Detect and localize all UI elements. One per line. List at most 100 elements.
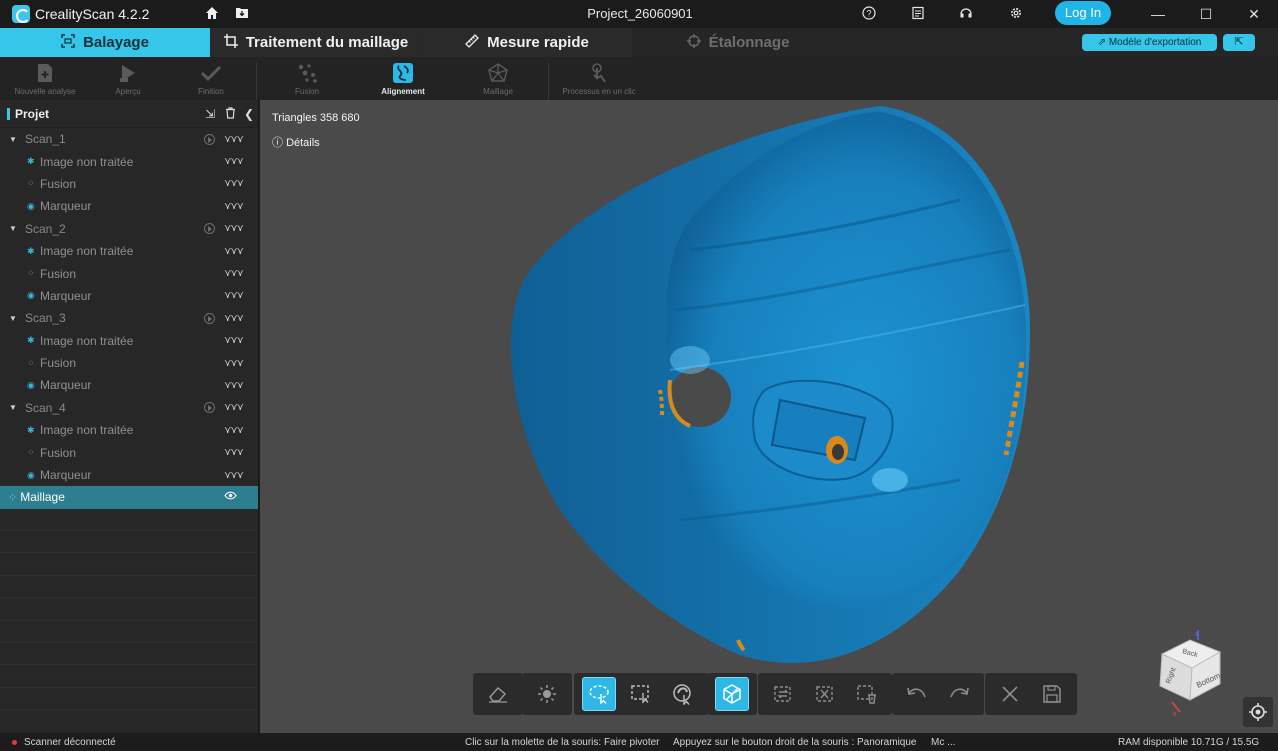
mesh-tool[interactable]: Maillage: [453, 61, 543, 96]
scan-toolbar: Nouvelle analyse Aperçu Finition Fusion: [0, 57, 1278, 100]
raw-image-icon: ✱: [27, 424, 35, 435]
brush-select-icon[interactable]: [666, 677, 700, 711]
delete-selection-icon[interactable]: [850, 677, 884, 711]
eye-closed-icon[interactable]: ⋎⋎⋎: [224, 380, 244, 391]
clear-selection-icon[interactable]: [808, 677, 842, 711]
tree-fusion[interactable]: ⁘ Fusion ⋎⋎⋎: [0, 173, 258, 195]
folder-download-icon[interactable]: [234, 6, 250, 22]
tree-marker[interactable]: ◉ Marqueur ⋎⋎⋎: [0, 374, 258, 396]
login-button[interactable]: Log In: [1055, 1, 1111, 25]
tree-raw-image[interactable]: ✱ Image non traitée ⋎⋎⋎: [0, 150, 258, 172]
undo-icon[interactable]: [900, 677, 934, 711]
ram-status: RAM disponible 10.71G / 15.5G: [1118, 737, 1260, 748]
expand-caret-icon[interactable]: ▼: [9, 314, 17, 323]
recenter-view-button[interactable]: [1243, 697, 1273, 727]
invert-selection-icon[interactable]: [766, 677, 800, 711]
tree-marker[interactable]: ◉ Marqueur ⋎⋎⋎: [0, 195, 258, 217]
export-model-button[interactable]: ⇗ Modèle d'exportation: [1082, 34, 1217, 51]
eye-open-icon[interactable]: [224, 491, 237, 503]
tree-scan-1[interactable]: ▼ Scan_1 ⋎⋎⋎: [0, 128, 258, 150]
lighting-icon[interactable]: [530, 677, 564, 711]
save-icon[interactable]: [1035, 677, 1069, 711]
header-accent: [7, 107, 10, 120]
help-icon[interactable]: ?: [861, 6, 877, 22]
new-scan-tool[interactable]: Nouvelle analyse: [0, 61, 90, 96]
eraser-icon[interactable]: [481, 677, 515, 711]
eye-closed-icon[interactable]: ⋎⋎⋎: [224, 134, 244, 145]
eye-closed-icon[interactable]: ⋎⋎⋎: [224, 178, 244, 189]
eye-closed-icon[interactable]: ⋎⋎⋎: [224, 156, 244, 167]
app-name: CrealityScan 4.2.2: [35, 6, 150, 22]
maximize-button[interactable]: ☐: [1196, 4, 1216, 24]
eye-closed-icon[interactable]: ⋎⋎⋎: [224, 246, 244, 257]
tree-marker[interactable]: ◉ Marqueur ⋎⋎⋎: [0, 285, 258, 307]
expand-caret-icon[interactable]: ▼: [9, 403, 17, 412]
preview-icon: [83, 61, 173, 85]
tree-fusion[interactable]: ⁘ Fusion ⋎⋎⋎: [0, 352, 258, 374]
expand-caret-icon[interactable]: ▼: [9, 224, 17, 233]
tree-scan-2[interactable]: ▼ Scan_2 ⋎⋎⋎: [0, 218, 258, 240]
eye-closed-icon[interactable]: ⋎⋎⋎: [224, 290, 244, 301]
import-icon[interactable]: ⇲: [205, 107, 215, 121]
project-panel-header: Projet ⇲ ❮: [0, 100, 258, 128]
share-button[interactable]: ⇱: [1223, 34, 1255, 51]
eye-closed-icon[interactable]: ⋎⋎⋎: [224, 313, 244, 324]
eye-closed-icon[interactable]: ⋎⋎⋎: [224, 425, 244, 436]
empty-row: [0, 576, 258, 599]
play-icon[interactable]: [204, 402, 215, 414]
scanned-mesh-model[interactable]: [260, 100, 1278, 733]
history-group: [892, 673, 984, 715]
eye-closed-icon[interactable]: ⋎⋎⋎: [224, 470, 244, 481]
view-through-icon[interactable]: [715, 677, 749, 711]
tree-raw-image[interactable]: ✱ Image non traitée ⋎⋎⋎: [0, 330, 258, 352]
list-icon[interactable]: [910, 6, 926, 22]
lasso-select-icon[interactable]: [582, 677, 616, 711]
redo-icon[interactable]: [942, 677, 976, 711]
light-tool-group: [522, 673, 572, 715]
tree-fusion[interactable]: ⁘ Fusion ⋎⋎⋎: [0, 441, 258, 463]
one-click-tool[interactable]: Processus en un clic: [554, 61, 644, 96]
tree-marker[interactable]: ◉ Marqueur ⋎⋎⋎: [0, 464, 258, 486]
collapse-panel-icon[interactable]: ❮: [244, 107, 254, 121]
play-icon[interactable]: [204, 312, 215, 324]
tab-etalonnage[interactable]: Étalonnage: [633, 28, 843, 57]
eye-closed-icon[interactable]: ⋎⋎⋎: [224, 402, 244, 413]
tree-raw-image[interactable]: ✱ Image non traitée ⋎⋎⋎: [0, 240, 258, 262]
one-click-icon: [554, 61, 644, 85]
eye-closed-icon[interactable]: ⋎⋎⋎: [224, 223, 244, 234]
trash-icon[interactable]: [225, 107, 236, 122]
new-document-icon: [0, 61, 90, 85]
navigation-cube[interactable]: z Back Right Bottom x: [1150, 630, 1230, 720]
close-button[interactable]: ✕: [1244, 4, 1264, 24]
headset-icon[interactable]: [958, 6, 974, 22]
eye-closed-icon[interactable]: ⋎⋎⋎: [224, 201, 244, 212]
play-icon[interactable]: [204, 223, 215, 235]
tab-traitement-maillage[interactable]: Traitement du maillage: [211, 28, 421, 57]
tree-scan-4[interactable]: ▼ Scan_4 ⋎⋎⋎: [0, 397, 258, 419]
tree-scan-3[interactable]: ▼ Scan_3 ⋎⋎⋎: [0, 307, 258, 329]
rect-select-icon[interactable]: [624, 677, 658, 711]
item-label: Fusion: [40, 356, 77, 371]
3d-viewport[interactable]: Triangles 358 680 ⓘ Détails z Back Right…: [260, 100, 1278, 733]
eye-closed-icon[interactable]: ⋎⋎⋎: [224, 335, 244, 346]
tree-mesh[interactable]: ⁘ Maillage: [0, 486, 258, 509]
tab-mesure-rapide[interactable]: Mesure rapide: [422, 28, 632, 57]
eye-closed-icon[interactable]: ⋎⋎⋎: [224, 447, 244, 458]
finish-tool[interactable]: Finition: [166, 61, 256, 96]
preview-tool[interactable]: Aperçu: [83, 61, 173, 96]
tree-raw-image[interactable]: ✱ Image non traitée ⋎⋎⋎: [0, 419, 258, 441]
home-icon[interactable]: [204, 6, 220, 22]
eye-closed-icon[interactable]: ⋎⋎⋎: [224, 268, 244, 279]
cancel-icon[interactable]: [993, 677, 1027, 711]
tab-balayage[interactable]: Balayage: [0, 28, 210, 57]
tree-fusion[interactable]: ⁘ Fusion ⋎⋎⋎: [0, 262, 258, 284]
fusion-tool[interactable]: Fusion: [262, 61, 352, 96]
alignment-tool[interactable]: Alignement: [358, 61, 448, 96]
edit-tool-group: [473, 673, 523, 715]
expand-caret-icon[interactable]: ▼: [9, 135, 17, 144]
eye-closed-icon[interactable]: ⋎⋎⋎: [224, 358, 244, 369]
play-icon[interactable]: [204, 133, 215, 145]
tool-label: Nouvelle analyse: [14, 87, 76, 96]
gear-icon[interactable]: [1008, 6, 1024, 22]
minimize-button[interactable]: —: [1148, 4, 1168, 24]
